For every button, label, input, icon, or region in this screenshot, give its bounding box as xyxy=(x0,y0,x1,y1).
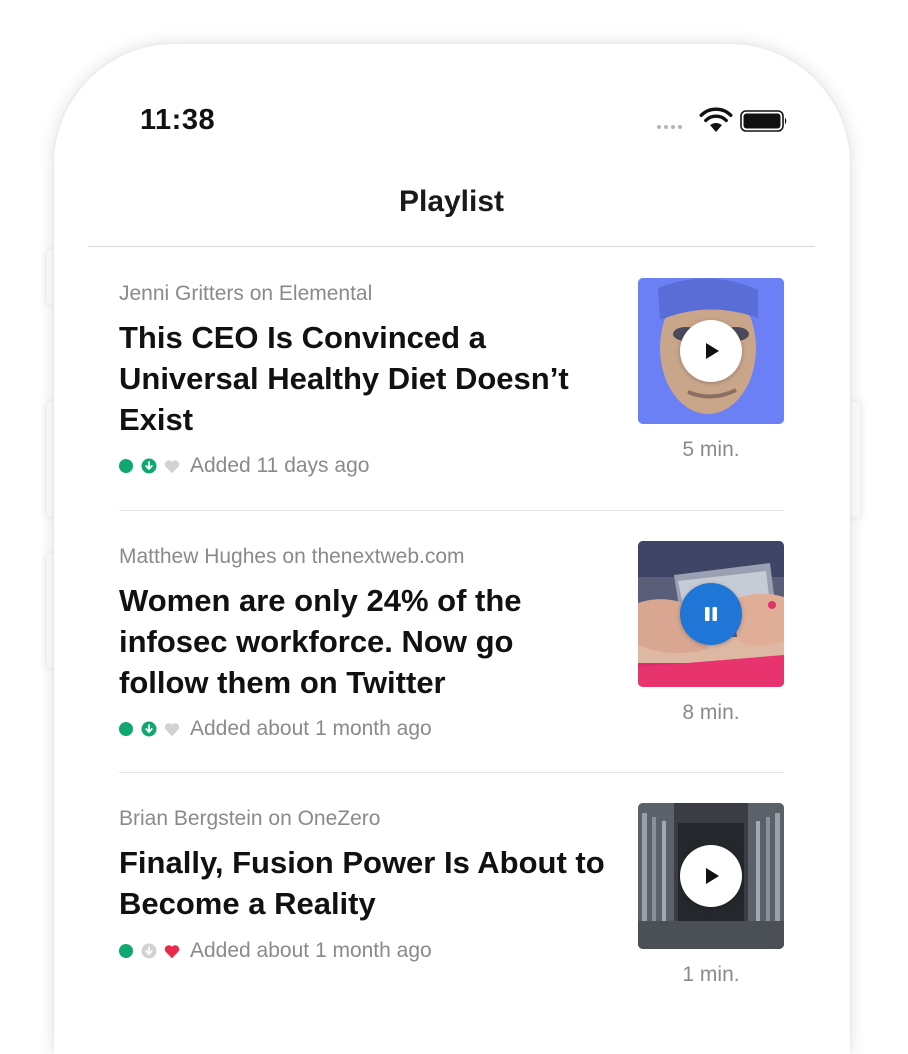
added-date: Added about 1 month ago xyxy=(190,939,432,962)
wifi-icon xyxy=(699,107,733,132)
power-button xyxy=(850,402,860,517)
play-button[interactable] xyxy=(680,320,742,382)
playlist-item[interactable]: Jenni Gritters on Elemental This CEO Is … xyxy=(119,278,784,481)
article-title[interactable]: Women are only 24% of the infosec workfo… xyxy=(119,580,609,703)
article-title[interactable]: This CEO Is Convinced a Universal Health… xyxy=(119,317,609,440)
article-duration: 5 min. xyxy=(682,438,740,461)
article-title[interactable]: Finally, Fusion Power Is About to Become… xyxy=(119,842,609,924)
download-icon[interactable] xyxy=(141,458,157,474)
article-thumbnail[interactable] xyxy=(638,803,784,949)
header-divider xyxy=(88,246,815,247)
article-meta: Added about 1 month ago xyxy=(119,716,432,742)
status-dot-icon xyxy=(119,722,133,736)
page-title: Playlist xyxy=(398,185,505,218)
added-date: Added about 1 month ago xyxy=(190,717,432,740)
item-divider xyxy=(119,510,784,511)
heart-icon[interactable] xyxy=(164,459,180,474)
battery-icon xyxy=(740,110,787,132)
download-icon[interactable] xyxy=(141,943,157,959)
playlist-item[interactable]: Brian Bergstein on OneZero Finally, Fusi… xyxy=(119,803,784,996)
item-divider xyxy=(119,772,784,773)
added-date: Added 11 days ago xyxy=(190,454,370,477)
heart-icon[interactable] xyxy=(164,722,180,737)
article-thumbnail[interactable] xyxy=(638,278,784,424)
play-button[interactable] xyxy=(680,845,742,907)
article-meta: Added 11 days ago xyxy=(119,453,369,479)
play-icon xyxy=(706,343,719,359)
status-time: 11:38 xyxy=(140,104,216,136)
article-meta: Added about 1 month ago xyxy=(119,938,432,964)
download-icon[interactable] xyxy=(141,721,157,737)
pause-button[interactable] xyxy=(680,583,742,645)
article-thumbnail[interactable] xyxy=(638,541,784,687)
pause-icon xyxy=(705,607,717,621)
signal-dots-icon xyxy=(657,125,682,129)
article-duration: 8 min. xyxy=(682,701,740,724)
article-duration: 1 min. xyxy=(682,963,740,986)
status-dot-icon xyxy=(119,459,133,473)
play-icon xyxy=(706,868,719,884)
heart-icon[interactable] xyxy=(164,944,180,959)
status-dot-icon xyxy=(119,944,133,958)
playlist-item[interactable]: Matthew Hughes on thenextweb.com Women a… xyxy=(119,541,784,744)
